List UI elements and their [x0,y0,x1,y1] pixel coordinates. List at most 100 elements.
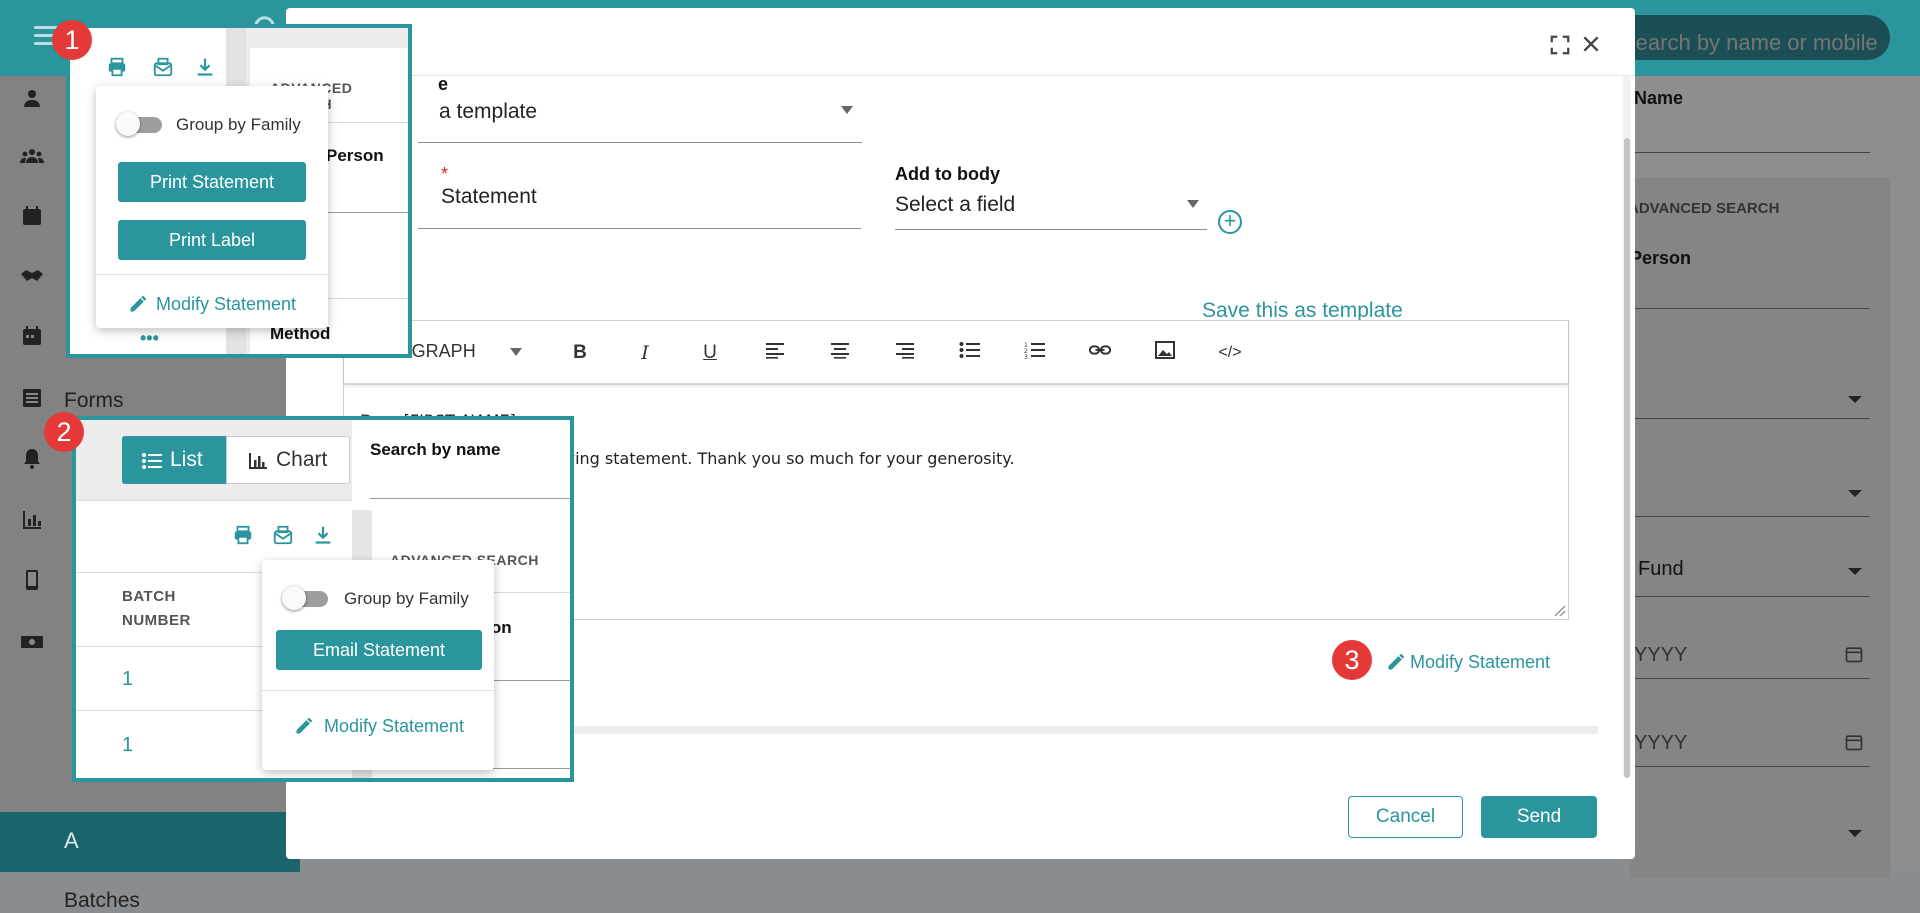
code-icon[interactable]: </> [1216,341,1244,365]
batch-row-2[interactable]: 1 [122,734,133,757]
calendar-icon[interactable] [1844,644,1864,664]
date-from-underline [1630,678,1870,679]
print-label-button[interactable]: Print Label [118,220,306,260]
date-to-underline [1630,766,1870,767]
print-statement-button[interactable]: Print Statement [118,162,306,202]
bullet-list-icon[interactable] [956,341,984,365]
editor-toolbar: PARAGRAPH B I U 123 </> [344,321,1568,385]
advanced-search-label: ADVANCED SEARCH [1628,200,1780,217]
expand-icon[interactable] [1549,34,1571,59]
group-by-family-toggle[interactable] [116,112,162,136]
group-by-family-toggle[interactable] [282,586,328,610]
pencil-icon[interactable] [1386,652,1406,672]
chevron-down-icon[interactable] [510,348,522,356]
modify-statement-link[interactable]: Modify Statement [1410,652,1550,673]
background-right-panel: Name ADVANCED SEARCH Person Fund YYYY YY… [1628,76,1920,878]
batch-row-1[interactable]: 1 [122,668,133,691]
modal-scrollbar-thumb[interactable] [1624,138,1630,778]
chevron-down-icon[interactable] [1187,200,1199,208]
chevron-down-icon[interactable] [1848,568,1862,575]
more-options-icon[interactable]: ••• [140,328,159,349]
handshake-icon[interactable] [20,264,44,288]
sidebar-item-active[interactable] [0,812,300,872]
tab-chart-label: Chart [276,448,328,471]
batch-number-header-1: BATCH [122,588,176,605]
popover-divider [262,690,494,691]
align-center-icon[interactable] [826,341,854,365]
underline-icon[interactable]: U [696,341,724,365]
email-options-popover: Group by Family Email Statement Modify S… [262,560,494,770]
svg-text:3: 3 [1024,354,1028,359]
align-left-icon[interactable] [761,341,789,365]
align-right-icon[interactable] [891,341,919,365]
download-icon[interactable] [194,56,216,78]
name-column-header: Name [1634,88,1684,108]
select-underline-2 [1630,516,1870,517]
events-icon[interactable] [20,324,44,348]
cancel-button[interactable]: Cancel [1348,796,1463,838]
close-icon[interactable] [1581,34,1601,57]
link-icon[interactable] [1086,341,1114,365]
group-icon[interactable] [20,144,44,168]
sidebar-item-batches[interactable]: Batches [64,889,140,913]
person-label: Person [326,146,384,165]
subject-input[interactable]: Statement [441,185,537,209]
money-icon[interactable] [20,630,44,654]
chevron-down-icon[interactable] [1848,490,1862,497]
mobile-icon[interactable] [20,568,44,592]
name-underline [1630,152,1870,153]
person-underline [1630,308,1870,309]
subject-underline [418,228,861,229]
person-underline [326,212,408,213]
sidebar-item-forms[interactable]: Forms [64,389,124,413]
add-to-body-underline [895,229,1207,230]
chevron-down-icon[interactable] [1848,830,1862,837]
email-statement-button[interactable]: Email Statement [276,630,482,670]
send-button[interactable]: Send [1481,796,1597,838]
fund-select-value[interactable]: Fund [1638,558,1684,581]
select-underline-1 [1630,418,1870,419]
image-icon[interactable] [1151,341,1179,365]
callout-badge-2: 2 [44,412,84,452]
search-underline [370,498,570,499]
editor-line-2: giving statement. Thank you so much for … [551,449,1015,468]
template-select[interactable]: a template [439,100,537,124]
download-icon[interactable] [312,524,334,546]
callout-badge-3: 3 [1332,640,1372,680]
group-by-family-label: Group by Family [344,589,469,608]
modal-header [286,8,1635,76]
chevron-down-icon[interactable] [841,106,853,114]
forms-icon[interactable] [20,386,44,410]
add-to-body-select[interactable]: Select a field [895,193,1015,217]
pencil-icon[interactable] [128,294,148,314]
date-to-input[interactable]: YYYY [1634,732,1687,755]
callout-1-print: ADVANCED SEARCH Person Method ••• Group … [66,24,412,358]
calendar-icon[interactable] [20,204,44,228]
batch-number-header-2: NUMBER [122,612,191,629]
calendar-icon[interactable] [1844,732,1864,752]
chevron-down-icon[interactable] [1848,396,1862,403]
email-icon[interactable] [272,524,294,546]
callout-2-email: List Chart BATCH NUMBER 1 1 Search by na… [72,416,574,782]
person-icon[interactable] [20,86,44,110]
chart-icon [249,453,267,469]
search-by-name-label: Search by name [370,440,501,459]
plus-circle-icon[interactable]: + [1218,210,1242,234]
bold-icon[interactable]: B [566,341,594,365]
print-icon[interactable] [106,56,128,78]
bell-icon[interactable] [20,446,44,470]
modify-statement-link[interactable]: Modify Statement [324,716,464,737]
italic-icon[interactable]: I [631,341,659,365]
date-from-input[interactable]: YYYY [1634,644,1687,667]
numbered-list-icon[interactable]: 123 [1021,341,1049,365]
add-to-body-label: Add to body [895,164,1000,184]
resize-handle-icon[interactable] [1552,603,1566,617]
print-icon[interactable] [232,524,254,546]
advanced-search-panel: ADVANCED SEARCH Person Fund YYYY YYYY [1628,178,1890,878]
email-icon[interactable] [152,56,174,78]
modify-statement-link[interactable]: Modify Statement [156,294,296,315]
popover-divider [96,274,328,275]
sidebar-active-label: A [64,828,79,853]
pencil-icon[interactable] [294,716,314,736]
reports-icon[interactable] [20,508,44,532]
